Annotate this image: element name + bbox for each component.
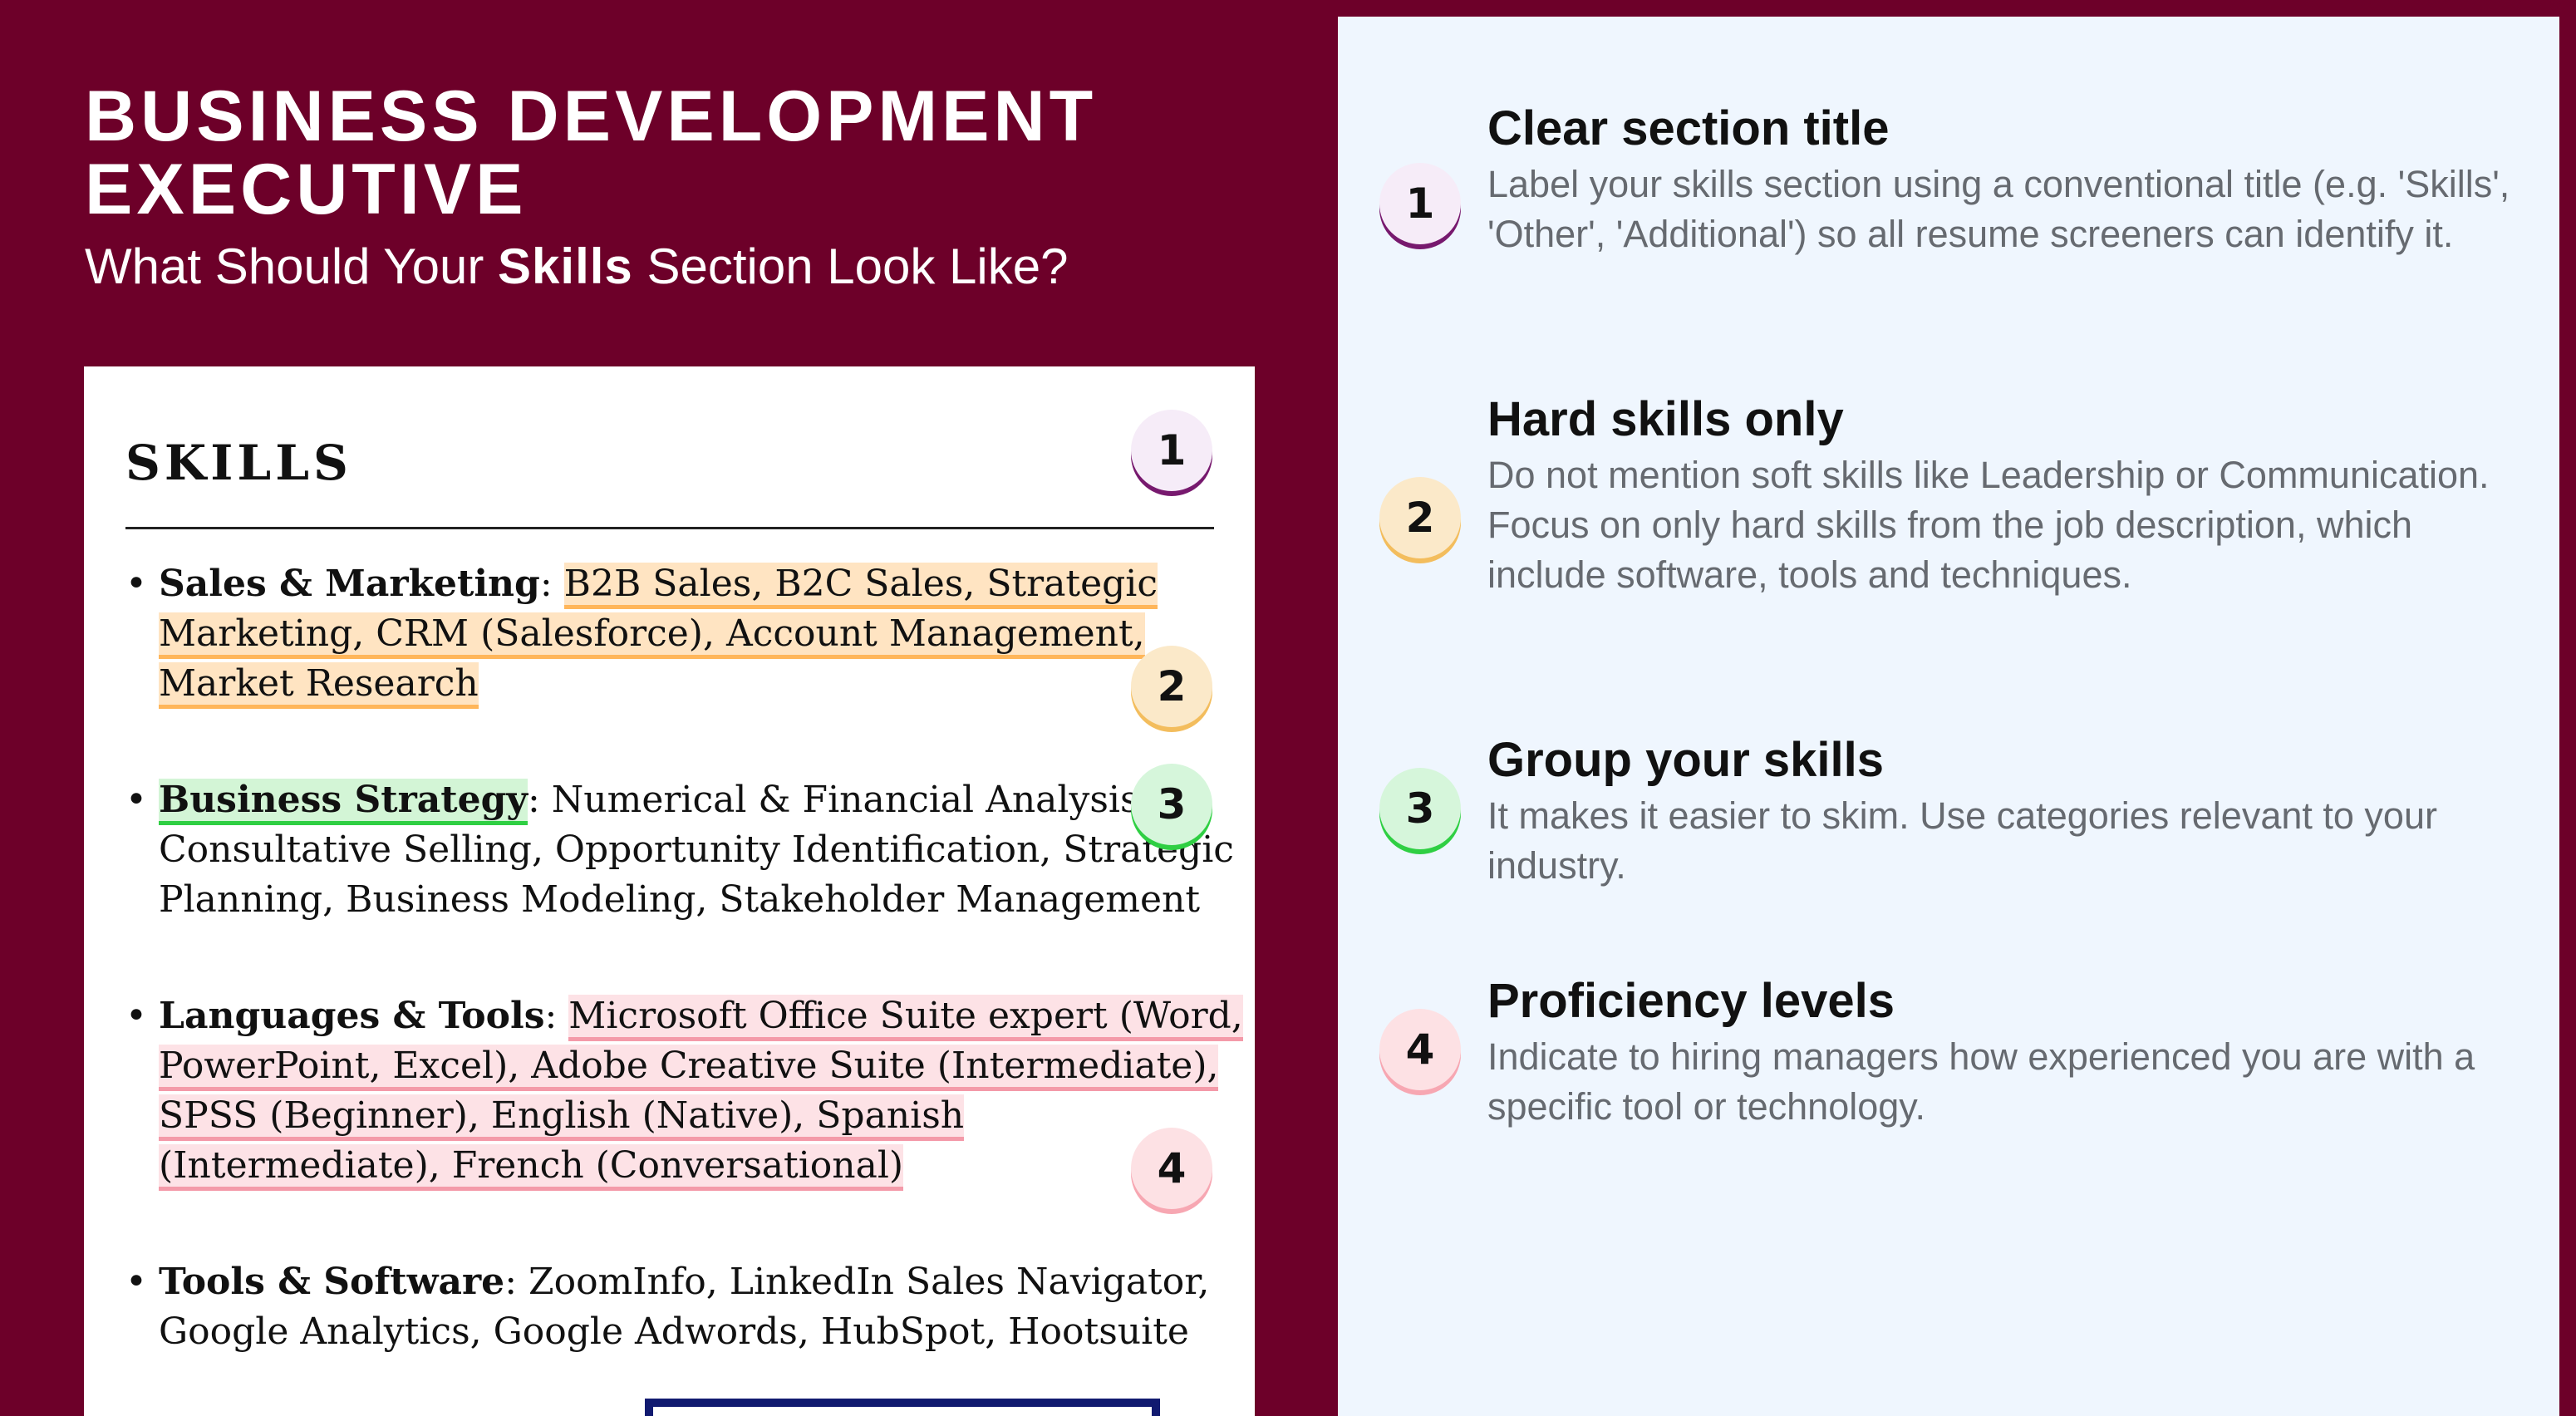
tip-badge-3: 3 (1379, 768, 1461, 849)
page-title: BUSINESS DEVELOPMENT EXECUTIVE (85, 76, 1098, 229)
skill-category: Languages & Tools (159, 995, 545, 1037)
tip-badge-2: 2 (1379, 477, 1461, 558)
skill-list: • Sales & Marketing: B2B Sales, B2C Sale… (125, 559, 1247, 1416)
subtitle-tail: Section Look Like? (632, 238, 1069, 294)
tip-clear-section-title: Clear section title Label your skills se… (1487, 100, 2526, 259)
tips-panel: 1 Clear section title Label your skills … (1338, 17, 2559, 1416)
tip-description: Label your skills section using a conven… (1487, 163, 2510, 255)
tip-proficiency-levels: Proficiency levels Indicate to hiring ma… (1487, 972, 2526, 1132)
skill-item-business-strategy: • Business Strategy: Numerical & Financi… (125, 775, 1247, 925)
bullet: • (125, 779, 147, 821)
skill-category: Tools & Software (159, 1261, 505, 1303)
subtitle-lead: What Should Your (85, 238, 499, 294)
skill-item-tools-software: • Tools & Software: ZoomInfo, LinkedIn S… (125, 1257, 1247, 1357)
callout-badge-4: 4 (1131, 1128, 1212, 1209)
tip-title: Hard skills only (1487, 392, 1844, 446)
callout-badge-3: 3 (1131, 764, 1212, 845)
page-subtitle: What Should Your Skills Section Look Lik… (85, 238, 1069, 296)
skill-category-highlighted: Business Strategy (159, 779, 528, 825)
skill-item-sales-marketing: • Sales & Marketing: B2B Sales, B2C Sale… (125, 559, 1247, 709)
skill-category: Sales & Marketing (159, 563, 540, 605)
bullet: • (125, 1261, 147, 1303)
skill-separator: : (539, 563, 564, 605)
subtitle-emphasis: Skills (498, 238, 633, 294)
skill-item-languages-tools: • Languages & Tools: Microsoft Office Su… (125, 991, 1247, 1191)
bullet: • (125, 995, 147, 1037)
resume-section-heading: SKILLS (125, 435, 352, 491)
tip-group-your-skills: Group your skills It makes it easier to … (1487, 731, 2526, 891)
left-panel: BUSINESS DEVELOPMENT EXECUTIVE What Shou… (0, 0, 1338, 1416)
tip-badge-4: 4 (1379, 1009, 1461, 1090)
callout-badge-2: 2 (1131, 646, 1212, 727)
callout-badge-1: 1 (1131, 410, 1212, 491)
bullet: • (125, 563, 147, 605)
template-button[interactable] (645, 1399, 1160, 1416)
tip-hard-skills-only: Hard skills only Do not mention soft ski… (1487, 391, 2526, 600)
resume-skills-card: SKILLS • Sales & Marketing: B2B Sales, B… (84, 366, 1255, 1416)
tip-description: It makes it easier to skim. Use categori… (1487, 794, 2437, 887)
skill-separator: : (544, 995, 569, 1037)
tip-badge-1: 1 (1379, 163, 1461, 244)
section-divider (125, 527, 1214, 529)
tip-description: Indicate to hiring managers how experien… (1487, 1035, 2475, 1128)
tip-title: Clear section title (1487, 101, 1890, 155)
skill-separator: : (504, 1261, 528, 1303)
tip-title: Proficiency levels (1487, 974, 1895, 1028)
tip-title: Group your skills (1487, 733, 1884, 787)
tip-description: Do not mention soft skills like Leadersh… (1487, 454, 2490, 596)
skill-separator: : (527, 779, 552, 821)
